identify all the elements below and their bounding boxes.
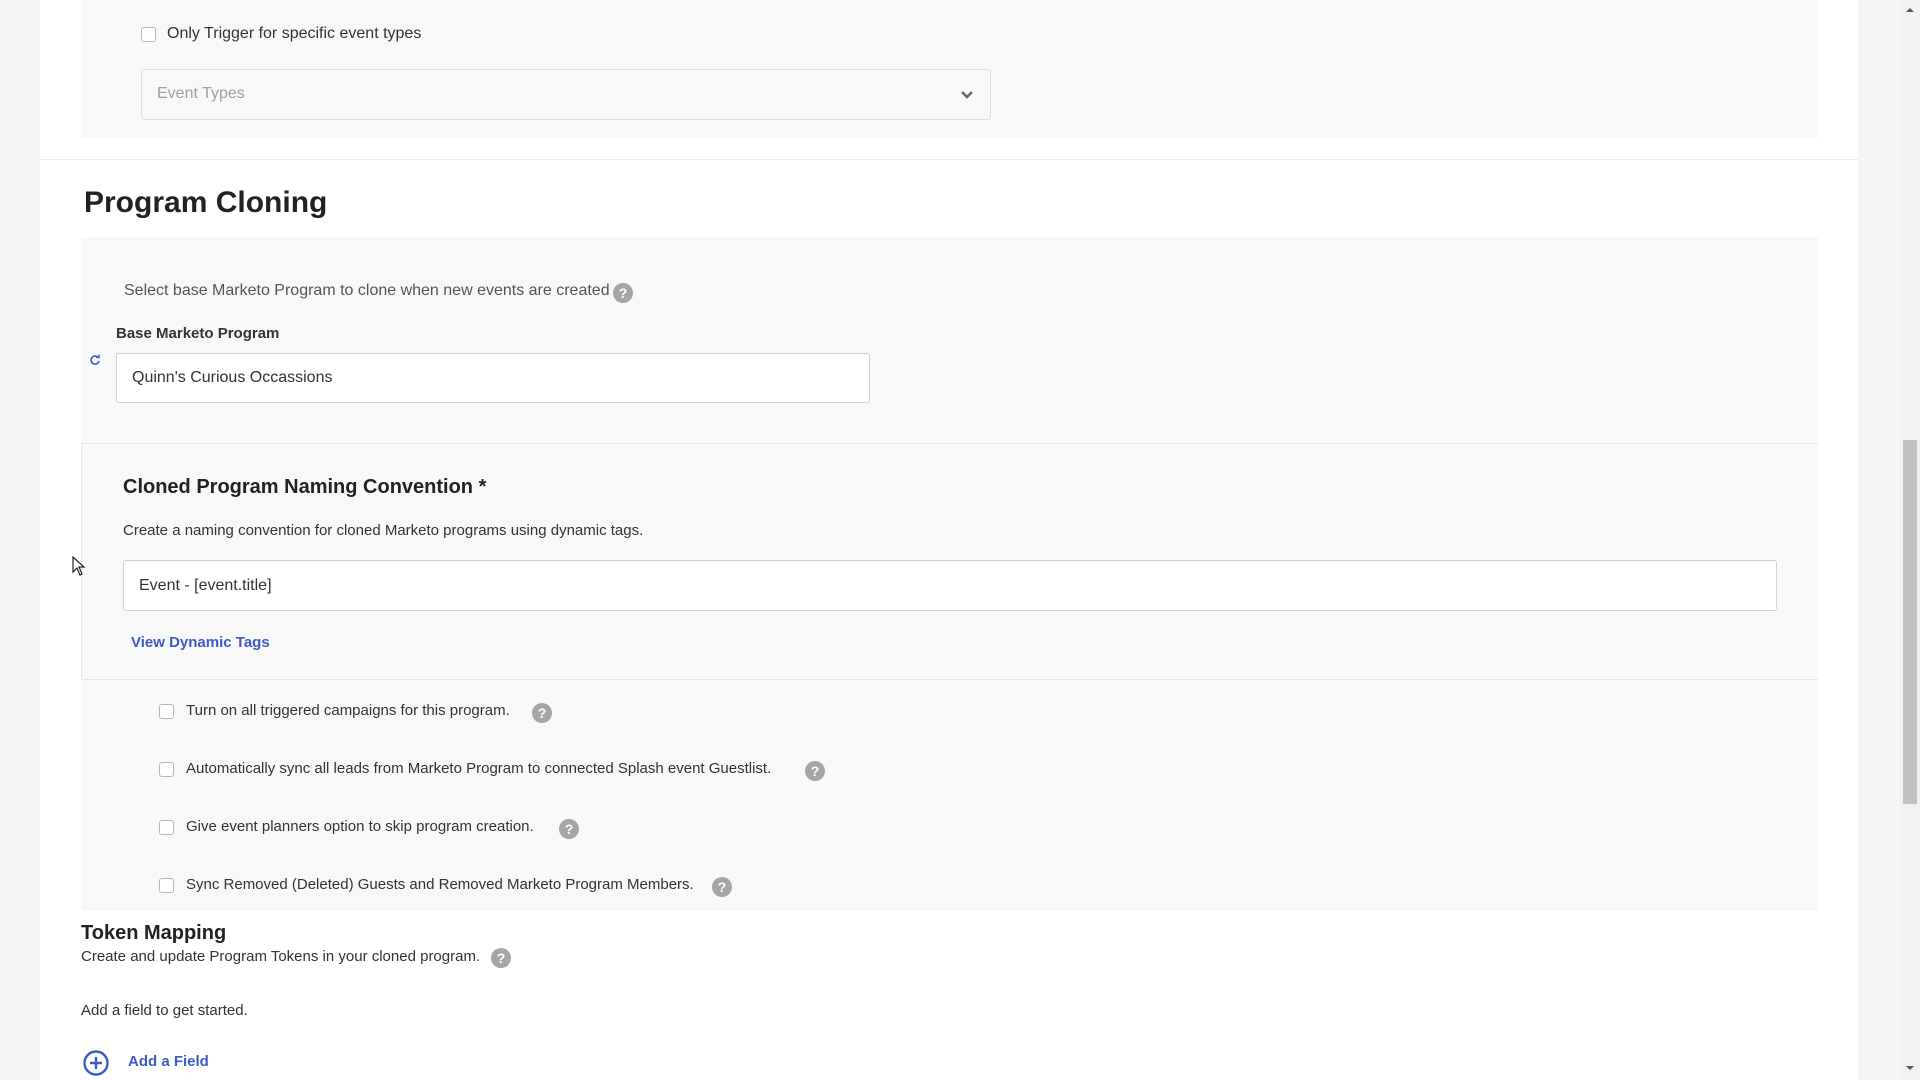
specific-event-types-label: Only Trigger for specific event types <box>167 25 422 42</box>
program-cloning-description: Select base Marketo Program to clone whe… <box>124 282 610 299</box>
help-icon[interactable]: ? <box>613 283 633 303</box>
token-mapping-title: Token Mapping <box>81 922 227 944</box>
view-dynamic-tags-link[interactable]: View Dynamic Tags <box>131 634 270 651</box>
help-icon[interactable]: ? <box>712 877 732 897</box>
token-mapping-description: Create and update Program Tokens in your… <box>81 948 481 965</box>
settings-page: Only Trigger for specific event types Ev… <box>40 0 1858 1080</box>
event-trigger-panel: Only Trigger for specific event types Ev… <box>81 0 1818 138</box>
event-types-select[interactable]: Event Types <box>141 69 991 120</box>
help-icon[interactable]: ? <box>559 819 579 839</box>
scroll-down-arrow-icon[interactable] <box>1904 1062 1916 1074</box>
event-types-placeholder: Event Types <box>157 85 245 102</box>
vertical-scrollbar[interactable] <box>1900 0 1920 1080</box>
naming-convention-description: Create a naming convention for cloned Ma… <box>123 522 644 539</box>
base-program-input[interactable] <box>116 353 870 403</box>
skip-program-creation-checkbox[interactable] <box>159 820 174 835</box>
add-field-link[interactable]: Add a Field <box>128 1053 209 1070</box>
section-divider <box>40 159 1858 160</box>
triggered-campaigns-checkbox[interactable] <box>159 704 174 719</box>
naming-convention-panel: Cloned Program Naming Convention * Creat… <box>81 443 1818 680</box>
auto-sync-leads-label: Automatically sync all leads from Market… <box>186 760 772 777</box>
auto-sync-leads-checkbox[interactable] <box>159 762 174 777</box>
scroll-up-arrow-icon[interactable] <box>1904 4 1916 16</box>
token-mapping-empty-text: Add a field to get started. <box>81 1002 248 1019</box>
help-icon[interactable]: ? <box>532 703 552 723</box>
skip-program-creation-label: Give event planners option to skip progr… <box>186 818 534 835</box>
naming-convention-input[interactable] <box>123 560 1777 611</box>
sync-removed-guests-checkbox[interactable] <box>159 878 174 893</box>
specific-event-types-checkbox[interactable] <box>141 27 156 42</box>
help-icon[interactable]: ? <box>491 948 511 968</box>
program-cloning-title: Program Cloning <box>84 186 328 219</box>
chevron-down-icon <box>960 88 974 102</box>
plus-circle-icon[interactable] <box>83 1050 109 1076</box>
base-program-label: Base Marketo Program <box>116 325 280 342</box>
scrollbar-thumb[interactable] <box>1903 440 1917 804</box>
refresh-icon[interactable] <box>89 353 101 365</box>
mouse-cursor-icon <box>72 555 86 576</box>
naming-convention-title: Cloned Program Naming Convention * <box>123 476 487 498</box>
help-icon[interactable]: ? <box>805 761 825 781</box>
sync-removed-guests-label: Sync Removed (Deleted) Guests and Remove… <box>186 876 694 893</box>
triggered-campaigns-label: Turn on all triggered campaigns for this… <box>186 702 510 719</box>
program-cloning-panel: Select base Marketo Program to clone whe… <box>81 237 1818 911</box>
